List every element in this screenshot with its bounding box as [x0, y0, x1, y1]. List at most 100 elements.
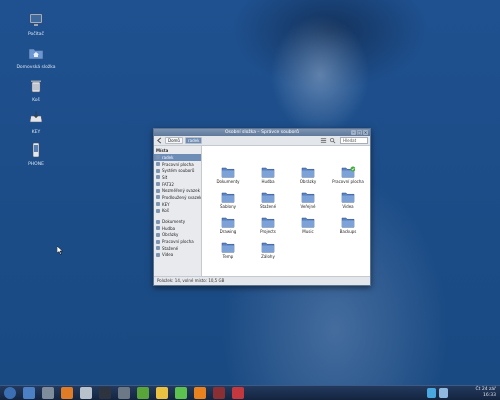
folder-icon — [261, 167, 275, 178]
drive-icon — [156, 168, 160, 173]
window-titlebar[interactable]: Osobní složka – Správce souborů – □ × — [154, 129, 370, 136]
window-title: Osobní složka – Správce souborů — [224, 130, 300, 135]
file-view[interactable]: Dokumenty Hudba Obrázky Pracovní plocha Šabl… — [202, 146, 370, 276]
sidebar-bookmark[interactable]: Pracovní plocha — [154, 238, 201, 245]
sidebar-bookmark[interactable]: Videa — [154, 252, 201, 259]
folder-item[interactable]: Zálohy — [248, 241, 288, 259]
usb-drive-icon — [29, 111, 43, 123]
folder-item[interactable]: Pracovní plocha — [328, 166, 368, 184]
taskbar: Čt 24 zář 16:33 — [0, 385, 500, 400]
home-folder-icon — [28, 48, 44, 60]
folder-item[interactable]: Temp — [208, 241, 248, 259]
desktop-icon-label: Domovská složka — [16, 65, 56, 70]
folder-icon — [301, 192, 315, 203]
banshee-icon[interactable] — [156, 387, 168, 399]
sidebar-item-label: radek — [162, 154, 174, 160]
home-path-button[interactable]: Domů — [165, 137, 183, 144]
sidebar-item-label: Dokumenty — [162, 219, 186, 225]
sidebar-item[interactable]: FAT32 — [154, 181, 201, 188]
sidebar-item[interactable]: Prodloužený svazek — [154, 194, 201, 201]
fedora-menu-icon[interactable] — [4, 387, 16, 399]
back-arrow-icon[interactable] — [156, 137, 163, 144]
media-player-icon[interactable] — [175, 387, 187, 399]
minimize-button[interactable]: – — [351, 130, 356, 135]
drive-icon — [156, 162, 160, 167]
sidebar-bookmark[interactable]: Stažené — [154, 245, 201, 252]
folder-item[interactable]: Drawing — [208, 216, 248, 234]
desktop-icon-computer[interactable]: Počítač — [11, 12, 61, 37]
phone-icon — [32, 142, 40, 158]
zoom-icon[interactable] — [329, 137, 336, 144]
clock[interactable]: Čt 24 zář 16:33 — [476, 387, 496, 399]
folder-item[interactable]: Hudba — [248, 166, 288, 184]
current-path-button[interactable]: radek — [184, 137, 203, 144]
folder-item[interactable]: Projects — [248, 216, 288, 234]
sidebar-bookmark[interactable]: Dokumenty — [154, 218, 201, 225]
messenger-icon[interactable] — [137, 387, 149, 399]
shortcut-icon[interactable] — [80, 387, 92, 399]
folder-label: Temp — [222, 254, 234, 259]
image-viewer-icon[interactable] — [118, 387, 130, 399]
folder-item[interactable]: Music — [288, 216, 328, 234]
firefox-icon[interactable] — [61, 387, 73, 399]
folder-item[interactable]: Videa — [328, 191, 368, 209]
folder-icon — [221, 192, 235, 203]
drive-icon — [156, 182, 160, 187]
folder-label: Veřejné — [300, 204, 316, 209]
close-button[interactable]: × — [363, 130, 368, 135]
sidebar-bookmark[interactable]: Obrázky — [154, 232, 201, 239]
folder-item[interactable]: Dokumenty — [208, 166, 248, 184]
maximize-button[interactable]: □ — [357, 130, 362, 135]
trash-icon — [31, 80, 41, 93]
folder-label: Dokumenty — [216, 179, 240, 184]
terminal-icon[interactable] — [99, 387, 111, 399]
folder-item[interactable]: Backups — [328, 216, 368, 234]
folder-label: Stažené — [259, 204, 277, 209]
sidebar-item-label: Nezměřený svazek — [162, 188, 200, 194]
folder-icon — [221, 242, 235, 253]
sidebar-item[interactable]: Systém souborů — [154, 167, 201, 174]
audio-editor-icon[interactable] — [213, 387, 225, 399]
folder-icon — [156, 219, 160, 224]
network-icon[interactable] — [427, 388, 436, 398]
desktop-icon-phone[interactable]: PHONE — [11, 142, 61, 167]
volume-icon[interactable] — [439, 388, 448, 398]
text-editor-icon[interactable] — [232, 387, 244, 399]
vlc-icon[interactable] — [194, 387, 206, 399]
drive-icon — [156, 208, 160, 213]
sidebar-item[interactable]: Síť — [154, 174, 201, 181]
folder-label: Obrázky — [299, 179, 317, 184]
sidebar-bookmark[interactable]: Hudba — [154, 225, 201, 232]
folder-item[interactable]: Veřejné — [288, 191, 328, 209]
folder-label: Music — [302, 229, 314, 234]
desktop-icon-trash[interactable]: Koš — [11, 78, 61, 103]
system-monitor-icon[interactable] — [42, 387, 54, 399]
sidebar-item[interactable]: KEY — [154, 201, 201, 208]
desktop-icon-home[interactable]: Domovská složka — [11, 45, 61, 70]
sidebar-item[interactable]: Nezměřený svazek — [154, 187, 201, 194]
folder-icon — [221, 217, 235, 228]
sidebar-item[interactable]: radek — [154, 154, 201, 161]
folder-label: Šablony — [220, 204, 236, 209]
desktop-icon-key[interactable]: KEY — [11, 110, 61, 135]
folder-item[interactable]: Stažené — [248, 191, 288, 209]
file-manager-window[interactable]: Osobní složka – Správce souborů – □ × Do… — [153, 128, 371, 286]
folder-label: Videa — [342, 204, 354, 209]
sidebar-item-label: Prodloužený svazek — [162, 194, 201, 200]
sidebar-item[interactable]: Pracovní plocha — [154, 161, 201, 168]
sidebar-places-header: Místa — [156, 148, 169, 153]
sidebar-item-label: Systém souborů — [162, 168, 195, 174]
places-sidebar: Místa radek Pracovní plocha Systém souborů… — [154, 146, 202, 276]
folder-item[interactable]: Šablony — [208, 191, 248, 209]
list-view-icon[interactable] — [320, 137, 327, 144]
folder-icon — [341, 217, 355, 228]
sidebar-item[interactable]: Koš — [154, 208, 201, 215]
folder-grid: Dokumenty Hudba Obrázky Pracovní plocha Šabl… — [208, 166, 368, 259]
taskbar-launchers — [0, 387, 244, 399]
sidebar-item-label: Pracovní plocha — [162, 161, 194, 167]
browser-icon[interactable] — [23, 387, 35, 399]
computer-icon — [29, 13, 43, 26]
search-input[interactable]: Hledat — [340, 137, 368, 144]
folder-label: Pracovní plocha — [332, 179, 364, 184]
folder-item[interactable]: Obrázky — [288, 166, 328, 184]
